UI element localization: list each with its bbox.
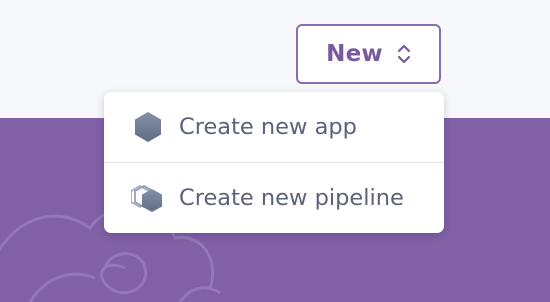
menu-item-label: Create new pipeline bbox=[179, 185, 404, 211]
pipeline-stack-icon bbox=[131, 185, 162, 212]
updown-chevron-icon bbox=[397, 44, 410, 64]
new-button-label: New bbox=[326, 41, 383, 67]
new-dropdown-menu: Create new app Create new pipeline bbox=[104, 92, 444, 233]
menu-item-label: Create new app bbox=[179, 114, 357, 140]
menu-item-create-new-app[interactable]: Create new app bbox=[104, 92, 444, 162]
hexagon-app-icon bbox=[135, 112, 161, 142]
new-button[interactable]: New bbox=[296, 24, 441, 84]
menu-item-create-new-pipeline[interactable]: Create new pipeline bbox=[104, 162, 444, 233]
page: New Create new app Create new pipeline bbox=[0, 0, 550, 302]
